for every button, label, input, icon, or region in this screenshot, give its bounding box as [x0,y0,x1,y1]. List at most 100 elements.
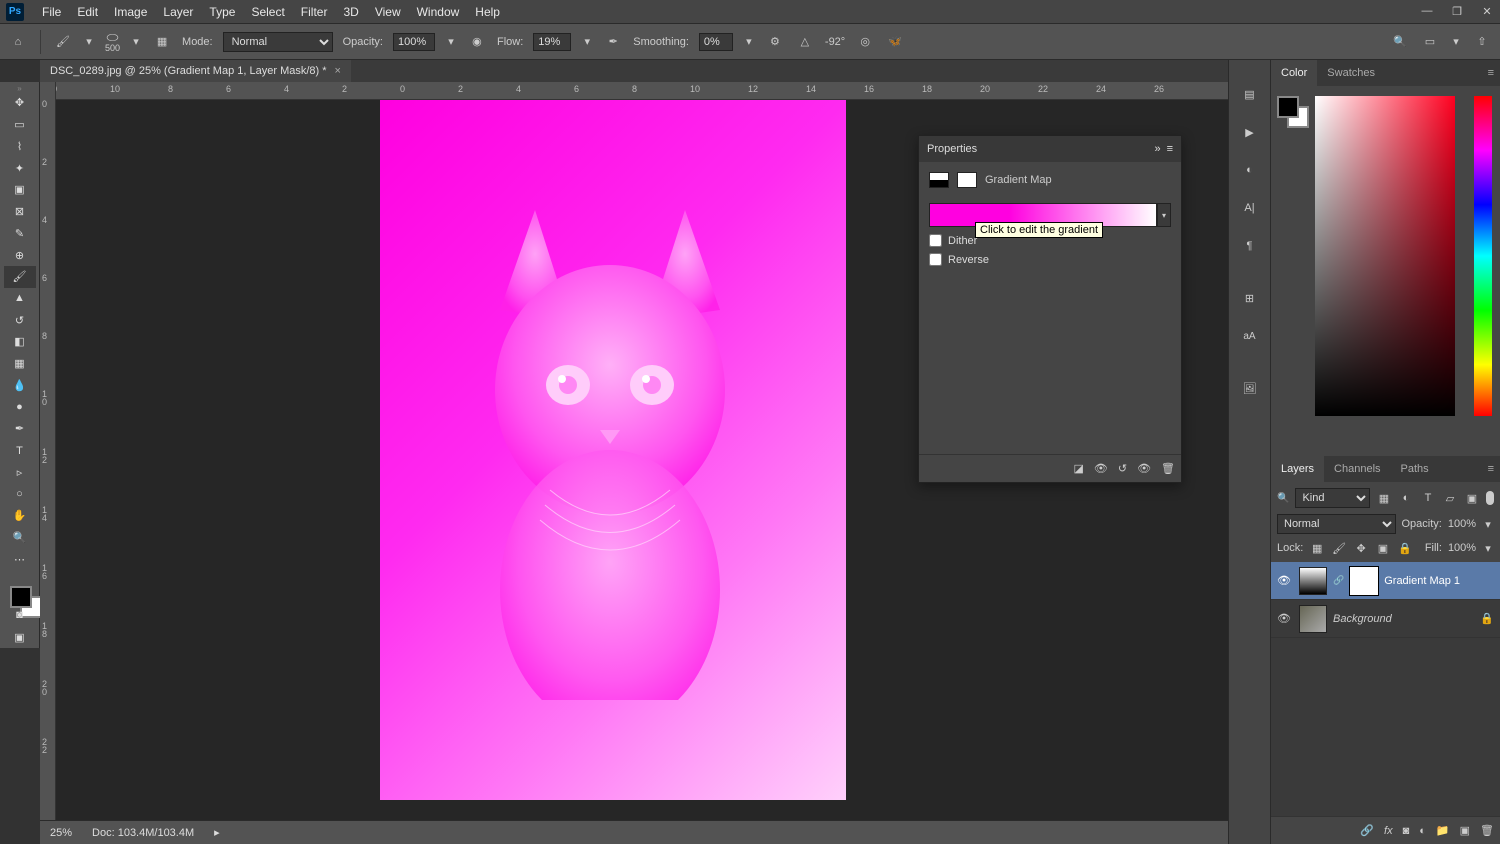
visibility-toggle-icon[interactable]: 👁 [1277,574,1293,587]
styles-panel-icon[interactable]: aA [1236,324,1264,348]
ruler-horizontal[interactable]: 010864202468101214161820222426 [56,82,1228,100]
visibility-toggle-icon[interactable]: 👁 [1277,612,1293,625]
menu-select[interactable]: Select [243,5,292,19]
view-previous-icon[interactable]: 👁 [1094,462,1108,475]
history-brush-tool[interactable]: ↺ [4,309,36,331]
glyphs-panel-icon[interactable]: ⊞ [1236,286,1264,310]
move-tool[interactable]: ✥ [4,92,36,114]
marquee-tool[interactable]: ▭ [4,114,36,136]
screen-mode-icon[interactable]: ▣ [4,626,36,648]
blend-mode-select[interactable]: Normal [223,32,333,52]
dither-checkbox[interactable] [929,234,942,247]
share-icon[interactable]: ⇧ [1472,32,1492,52]
menu-type[interactable]: Type [201,5,243,19]
menu-view[interactable]: View [367,5,409,19]
menu-filter[interactable]: Filter [293,5,336,19]
delete-adjustment-icon[interactable]: 🗑 [1161,462,1175,475]
menu-edit[interactable]: Edit [69,5,106,19]
hue-slider[interactable] [1474,96,1492,416]
brush-settings-icon[interactable]: ▦ [152,32,172,52]
layer-filter-select[interactable]: Kind [1295,488,1370,508]
layer-blend-select[interactable]: Normal [1277,514,1396,534]
new-adjustment-icon[interactable]: ◐ [1419,825,1426,837]
filter-toggle-icon[interactable] [1486,491,1494,505]
new-layer-icon[interactable]: ▣ [1460,824,1470,837]
angle-value[interactable]: -92° [825,36,845,48]
tool-preset-icon[interactable]: 🖌 [53,32,73,52]
menu-3d[interactable]: 3D [335,5,366,19]
brush-tool[interactable]: 🖌 [4,266,36,288]
filter-type-icon[interactable]: T [1420,490,1436,506]
smoothing-dropdown[interactable]: ▾ [743,35,755,48]
brush-preview[interactable]: ⬭ 500 [105,30,120,53]
dodge-tool[interactable]: ● [4,396,36,418]
color-fg-swatch[interactable] [1277,96,1299,118]
quick-select-tool[interactable]: ✦ [4,157,36,179]
tab-color[interactable]: Color [1271,60,1317,86]
workspace-dropdown[interactable]: ▾ [1450,35,1462,48]
eyedropper-tool[interactable]: ✎ [4,222,36,244]
fill-dropdown[interactable]: ▾ [1482,542,1494,555]
airbrush-icon[interactable]: ✒ [603,32,623,52]
edit-toolbar[interactable]: ⋯ [4,548,36,570]
doc-size[interactable]: Doc: 103.4M/103.4M [92,827,194,839]
lock-artboard-icon[interactable]: ▣ [1375,540,1391,556]
close-tab-icon[interactable]: × [335,65,341,77]
reverse-checkbox[interactable] [929,253,942,266]
layer-row[interactable]: 👁🔗Gradient Map 1 [1271,562,1500,600]
flow-dropdown[interactable]: ▾ [581,35,593,48]
search-icon[interactable]: 🔍 [1390,32,1410,52]
brush-picker-dropdown[interactable]: ▾ [130,35,142,48]
lock-position-icon[interactable]: ✥ [1353,540,1369,556]
filter-shape-icon[interactable]: ▱ [1442,490,1458,506]
history-panel-icon[interactable]: ▤ [1236,82,1264,106]
smoothing-options-icon[interactable]: ⚙ [765,32,785,52]
tools-handle[interactable]: » [2,84,38,92]
mask-icon[interactable] [957,172,977,188]
quick-mask-icon[interactable]: ◙ [4,605,36,627]
home-icon[interactable]: ⌂ [8,32,28,52]
window-minimize-button[interactable]: — [1418,2,1436,20]
character-panel-icon[interactable]: A| [1236,196,1264,220]
pressure-opacity-icon[interactable]: ◉ [467,32,487,52]
gradient-tool[interactable]: ▦ [4,353,36,375]
layers-panel-menu-icon[interactable]: ≡ [1478,456,1500,482]
zoom-level[interactable]: 25% [50,827,72,839]
menu-help[interactable]: Help [467,5,508,19]
actions-panel-icon[interactable]: ▶ [1236,120,1264,144]
mask-thumb[interactable] [1350,567,1378,595]
tab-channels[interactable]: Channels [1324,456,1390,482]
layer-name[interactable]: Gradient Map 1 [1384,575,1460,587]
color-panel-menu-icon[interactable]: ≡ [1478,60,1500,86]
reset-icon[interactable]: ↺ [1118,462,1127,475]
frame-tool[interactable]: ⊠ [4,201,36,223]
panel-menu-icon[interactable]: ≡ [1167,143,1173,155]
menu-file[interactable]: File [34,5,69,19]
menu-image[interactable]: Image [106,5,155,19]
collapse-panel-icon[interactable]: » [1154,143,1160,155]
menu-layer[interactable]: Layer [155,5,201,19]
libraries-panel-icon[interactable]: 🖼 [1236,376,1264,400]
new-group-icon[interactable]: 📁 [1436,824,1450,837]
filter-adjust-icon[interactable]: ◐ [1398,490,1414,506]
adjustments-panel-icon[interactable]: ◐ [1236,158,1264,182]
delete-layer-icon[interactable]: 🗑 [1480,824,1494,837]
toggle-visibility-icon[interactable]: 👁 [1137,462,1151,475]
gradient-preset-dropdown[interactable]: ▾ [1157,203,1171,227]
opacity-dropdown[interactable]: ▾ [445,35,457,48]
document-tab[interactable]: DSC_0289.jpg @ 25% (Gradient Map 1, Laye… [40,60,351,82]
stamp-tool[interactable]: ▲ [4,288,36,310]
eraser-tool[interactable]: ◧ [4,331,36,353]
workspace-icon[interactable]: ▭ [1420,32,1440,52]
lock-all-icon[interactable]: 🔒 [1397,540,1413,556]
fill-value[interactable]: 100% [1448,542,1476,554]
saturation-value-picker[interactable] [1315,96,1455,416]
hand-tool[interactable]: ✋ [4,505,36,527]
symmetry-icon[interactable]: 🦋 [885,32,905,52]
tab-layers[interactable]: Layers [1271,456,1324,482]
filter-pixel-icon[interactable]: ▦ [1376,490,1392,506]
clip-to-layer-icon[interactable]: ◪ [1073,462,1083,475]
pressure-size-icon[interactable]: ◎ [855,32,875,52]
window-close-button[interactable]: ✕ [1478,2,1496,20]
filter-smart-icon[interactable]: ▣ [1464,490,1480,506]
